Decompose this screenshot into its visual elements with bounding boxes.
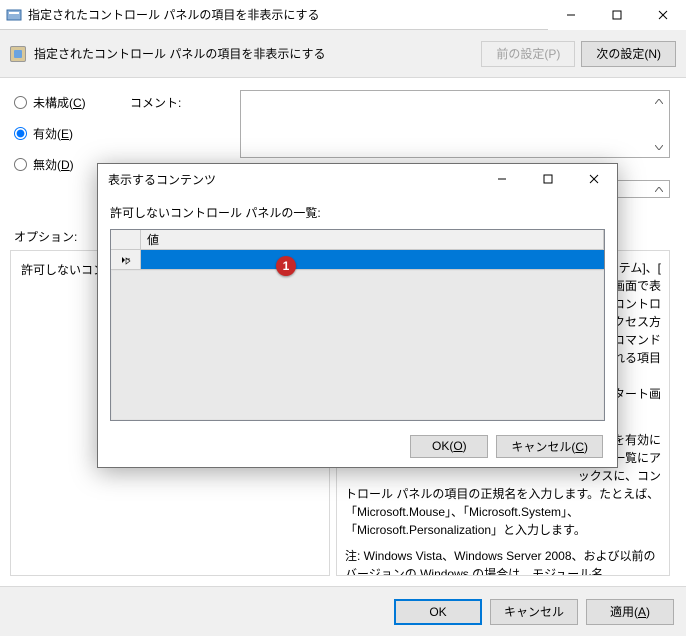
dialog-titlebar: 表示するコンテンツ <box>98 164 617 194</box>
grid-row-indicator <box>111 250 141 270</box>
comment-textarea[interactable] <box>240 90 670 158</box>
dialog-maximize-button[interactable] <box>525 164 571 194</box>
radio-disabled-label: 無効(D) <box>33 156 74 173</box>
show-contents-dialog: 表示するコンテンツ 許可しないコントロール パネルの一覧: 値 OK(O) キャ… <box>97 163 618 468</box>
app-icon <box>6 7 22 23</box>
previous-setting-button[interactable]: 前の設定(P) <box>481 41 575 67</box>
next-setting-button[interactable]: 次の設定(N) <box>581 41 676 67</box>
dialog-list-label: 許可しないコントロール パネルの一覧: <box>110 204 605 221</box>
cancel-button[interactable]: キャンセル <box>490 599 578 625</box>
main-titlebar: 指定されたコントロール パネルの項目を非表示にする <box>0 0 686 30</box>
dialog-footer: OK(O) キャンセル(C) <box>98 425 617 467</box>
radio-disabled-input[interactable] <box>14 158 27 171</box>
values-grid[interactable]: 値 <box>110 229 605 421</box>
annotation-marker-1: 1 <box>276 256 296 276</box>
policy-header: 指定されたコントロール パネルの項目を非表示にする 前の設定(P) 次の設定(N… <box>0 30 686 78</box>
dialog-title: 表示するコンテンツ <box>108 171 479 188</box>
close-button[interactable] <box>640 0 686 30</box>
dialog-body: 許可しないコントロール パネルの一覧: 値 <box>98 194 617 425</box>
options-label: オプション: <box>14 228 77 245</box>
grid-new-row[interactable] <box>111 250 604 270</box>
comment-scroll-down-icon[interactable] <box>651 139 667 155</box>
main-footer: OK キャンセル 適用(A) <box>0 586 686 636</box>
radio-enabled-label: 有効(E) <box>33 125 73 142</box>
minimize-button[interactable] <box>548 0 594 30</box>
help-paragraph-1: トロール パネルの項目の正規名を入力します。たとえば、「Microsoft.Mo… <box>345 485 661 539</box>
grid-header-row: 値 <box>111 230 604 250</box>
ok-button[interactable]: OK <box>394 599 482 625</box>
grid-column-header-value[interactable]: 値 <box>141 230 604 249</box>
radio-enabled[interactable]: 有効(E) <box>14 125 114 142</box>
grid-empty-area <box>112 271 603 419</box>
policy-title: 指定されたコントロール パネルの項目を非表示にする <box>34 45 475 62</box>
grid-corner-cell <box>111 230 141 249</box>
maximize-button[interactable] <box>594 0 640 30</box>
radio-not-configured-input[interactable] <box>14 96 27 109</box>
grid-active-cell[interactable] <box>141 250 604 270</box>
comment-label: コメント: <box>130 94 181 111</box>
help-fragment: ックスに、コン <box>345 467 661 485</box>
policy-icon <box>10 46 26 62</box>
dialog-ok-button[interactable]: OK(O) <box>410 435 488 458</box>
dialog-cancel-button[interactable]: キャンセル(C) <box>496 435 603 458</box>
supported-scroll-up-icon[interactable] <box>651 182 667 196</box>
main-window-title: 指定されたコントロール パネルの項目を非表示にする <box>28 6 548 23</box>
radio-not-configured-label: 未構成(C) <box>33 94 86 111</box>
dialog-close-button[interactable] <box>571 164 617 194</box>
radio-enabled-input[interactable] <box>14 127 27 140</box>
help-paragraph-2: 注: Windows Vista、Windows Server 2008、および… <box>345 547 661 576</box>
comment-scroll-up-icon[interactable] <box>651 93 667 109</box>
radio-not-configured[interactable]: 未構成(C) <box>14 94 114 111</box>
dialog-minimize-button[interactable] <box>479 164 525 194</box>
apply-button[interactable]: 適用(A) <box>586 599 674 625</box>
